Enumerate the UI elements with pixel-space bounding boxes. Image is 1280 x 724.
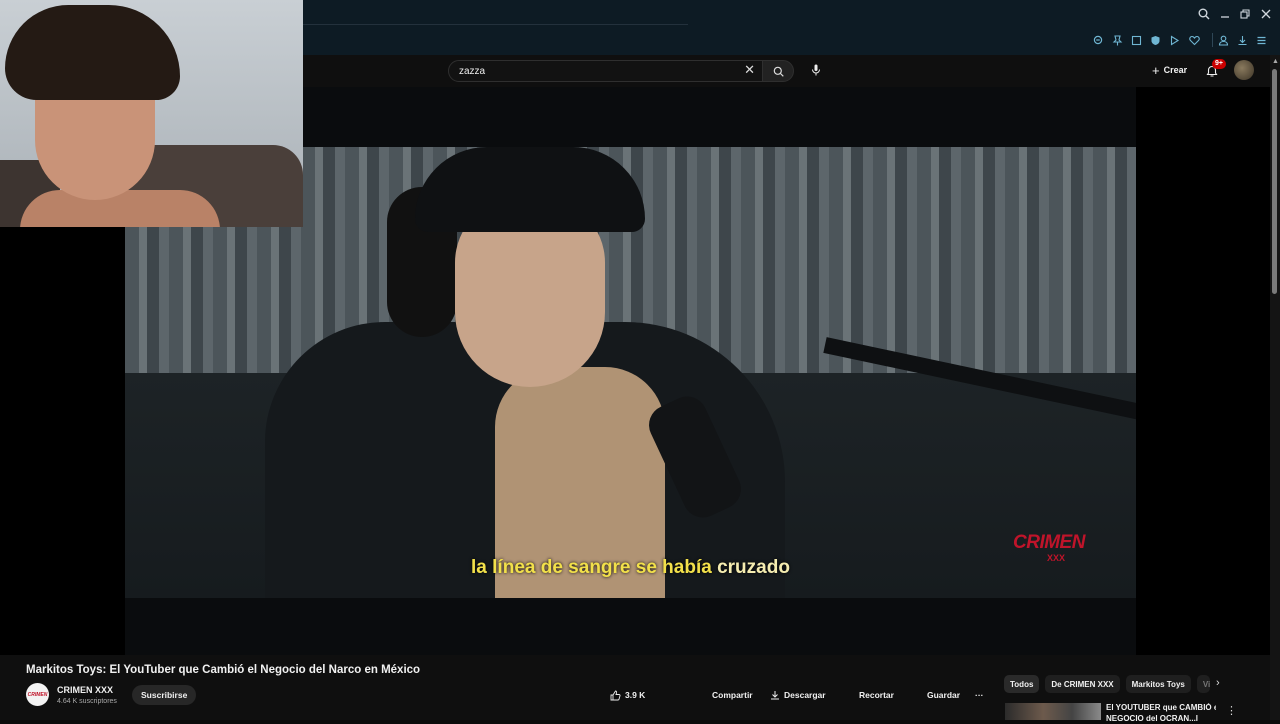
account-icon[interactable] <box>1214 31 1232 49</box>
video-person-cap <box>415 147 645 232</box>
search-input[interactable] <box>459 64 729 78</box>
heart-icon[interactable] <box>1185 31 1203 49</box>
related-video-title[interactable]: El YOUTUBER que CAMBIÓ el <box>1106 703 1216 713</box>
minimize-icon[interactable] <box>1215 4 1235 24</box>
microphone-icon <box>812 64 820 76</box>
video-info-bar: Markitos Toys: El YouTuber que Cambió el… <box>0 655 1270 723</box>
shield-icon[interactable] <box>1146 31 1164 49</box>
like-count: 3.9 K <box>625 690 646 700</box>
download-icon <box>771 691 779 700</box>
chip-from-channel[interactable]: De CRIMEN XXX <box>1045 675 1120 693</box>
scroll-up-icon[interactable]: ▲ <box>1272 58 1279 65</box>
more-actions-button[interactable]: ··· <box>975 687 984 703</box>
channel-avatar[interactable]: CRIMEN <box>26 683 49 706</box>
like-button[interactable]: 3.9 K <box>610 687 645 703</box>
search-button[interactable] <box>762 60 794 82</box>
related-video-menu-icon[interactable]: ⋮ <box>1226 704 1237 717</box>
subtitle-text: la línea de sangre se había <box>471 557 712 578</box>
chip-all[interactable]: Todos <box>1004 675 1040 693</box>
close-icon[interactable] <box>1256 4 1276 24</box>
download-icon[interactable] <box>1233 31 1251 49</box>
search-icon[interactable] <box>1194 4 1214 24</box>
related-video-thumbnail[interactable] <box>1005 703 1101 720</box>
subscribe-button[interactable]: Suscribirse <box>132 685 197 705</box>
chip-partial[interactable]: Vi <box>1196 675 1211 693</box>
search-icon <box>773 66 784 77</box>
plus-icon: + <box>1152 62 1160 78</box>
reader-icon[interactable] <box>1127 31 1145 49</box>
toolbar-separator <box>1212 33 1213 47</box>
account-avatar[interactable] <box>1234 60 1254 80</box>
channel-name[interactable]: CRIMEN XXX <box>57 685 113 695</box>
share-button[interactable]: Compartir <box>712 687 753 703</box>
create-label: Crear <box>1163 65 1188 75</box>
download-label: Descargar <box>784 690 826 700</box>
voice-search-button[interactable] <box>806 60 826 80</box>
share-label: Compartir <box>712 690 753 700</box>
channel-watermark: CRIMEN <box>1013 532 1085 553</box>
subscriber-count: 4.64 K suscriptores <box>57 698 117 705</box>
subtitle-highlight: cruzado <box>717 557 790 578</box>
search-box[interactable]: ✕ <box>448 60 764 82</box>
related-filter-chips: Todos De CRIMEN XXX Markitos Toys Vi <box>1004 675 1211 693</box>
thumbs-up-icon <box>610 690 621 700</box>
more-icon: ··· <box>975 690 984 700</box>
notifications-button[interactable]: 9+ <box>1202 59 1226 81</box>
notification-badge: 9+ <box>1212 59 1226 69</box>
save-label: Guardar <box>927 690 961 700</box>
webcam-shoulders <box>20 190 220 227</box>
save-button[interactable]: Guardar <box>927 687 960 703</box>
chevron-right-icon[interactable]: › <box>1216 677 1220 689</box>
video-subtitle: la línea de sangre se había cruzado <box>125 557 1136 579</box>
zoom-icon[interactable] <box>1089 31 1107 49</box>
url-bar[interactable] <box>303 24 688 31</box>
channel-watermark-sub: XXX <box>1047 553 1066 563</box>
clear-search-icon[interactable]: ✕ <box>744 62 755 78</box>
scrollbar-thumb[interactable] <box>1272 69 1277 294</box>
menu-icon[interactable] <box>1252 31 1270 49</box>
play-icon[interactable] <box>1165 31 1183 49</box>
download-button[interactable]: Descargar <box>770 687 826 703</box>
create-button[interactable]: + Crear <box>1146 61 1193 79</box>
page-scrollbar[interactable]: ▲ <box>1270 55 1280 720</box>
channel-avatar-logo: CRIMEN <box>27 691 48 698</box>
chip-markitos-toys[interactable]: Markitos Toys <box>1125 675 1191 693</box>
webcam-hair <box>5 5 180 100</box>
related-video-title-line2[interactable]: NEGOCIO del OCRAN...l <box>1106 714 1216 724</box>
clip-button[interactable]: Recortar <box>859 687 894 703</box>
video-title: Markitos Toys: El YouTuber que Cambió el… <box>26 664 421 676</box>
webcam-overlay <box>0 0 303 227</box>
pin-icon[interactable] <box>1108 31 1126 49</box>
clip-label: Recortar <box>859 690 894 700</box>
restore-icon[interactable] <box>1235 4 1255 24</box>
